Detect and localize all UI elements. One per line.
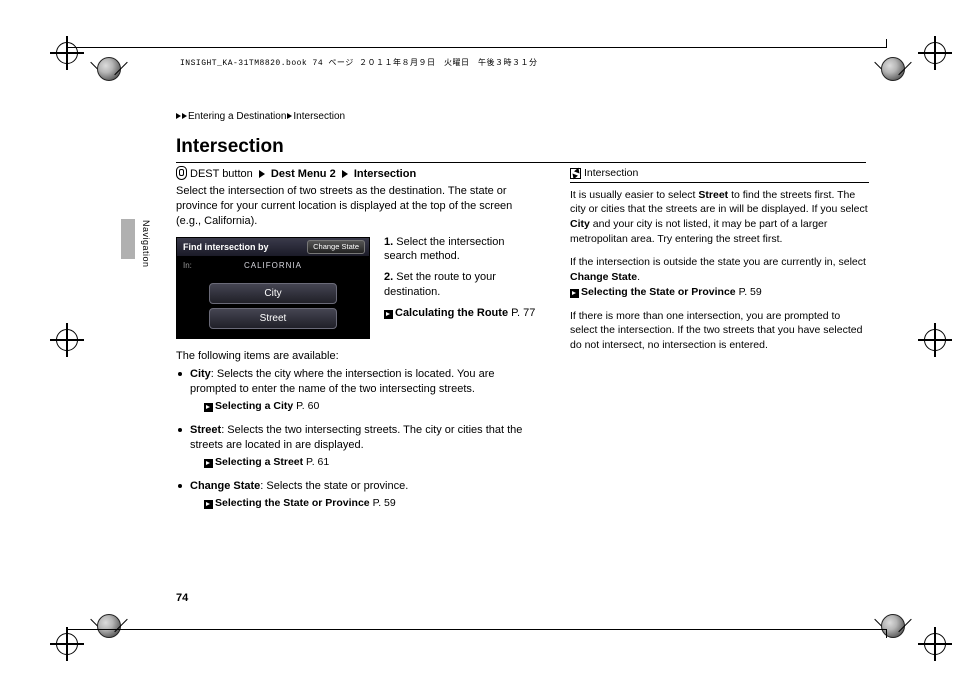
step-1: 1. Select the intersection search method… — [384, 235, 538, 265]
intro-text: Select the intersection of two streets a… — [176, 184, 538, 229]
crop-mark-icon — [918, 36, 952, 70]
section-tab-label: Navigation — [141, 220, 151, 268]
triangle-icon — [182, 113, 187, 119]
breadcrumb-level1: Entering a Destination — [188, 111, 286, 122]
reference-icon — [570, 289, 579, 298]
reference-icon — [384, 310, 393, 319]
screenshot-city-button: City — [209, 283, 337, 304]
reference-icon — [204, 500, 213, 509]
page-title: Intersection — [176, 136, 866, 163]
available-intro: The following items are available: — [176, 349, 538, 364]
sidebar-para-2: If the intersection is outside the state… — [570, 255, 869, 299]
step-2: 2. Set the route to your destination. — [384, 270, 538, 300]
reference-icon — [204, 459, 213, 468]
breadcrumb: Entering a Destination Intersection — [176, 111, 345, 122]
crop-mark-icon — [50, 627, 84, 661]
note-icon — [570, 168, 581, 179]
menu-path: DEST button Dest Menu 2 Intersection — [176, 166, 416, 180]
item-city-ref: Selecting a City P. 60 — [190, 399, 538, 413]
step-list: 1. Select the intersection search method… — [384, 235, 538, 321]
screenshot-street-button: Street — [209, 308, 337, 329]
sidebar-title: Intersection — [570, 166, 869, 183]
voice-icon — [176, 166, 187, 180]
sidebar-para-1: It is usually easier to select Street to… — [570, 188, 869, 247]
available-items: The following items are available: City:… — [176, 345, 538, 511]
print-header: INSIGHT_KA-31TM8820.book 74 ページ ２０１１年８月９… — [180, 57, 538, 68]
nav-item-label: Intersection — [354, 168, 416, 180]
reference-icon — [204, 403, 213, 412]
item-street-ref: Selecting a Street P. 61 — [190, 455, 538, 469]
main-column: Select the intersection of two streets a… — [176, 184, 538, 520]
screenshot-change-state-button: Change State — [307, 240, 365, 254]
crop-mark-icon — [918, 323, 952, 357]
page-number: 74 — [176, 592, 188, 604]
step-2-ref: Calculating the Route P. 77 — [384, 306, 538, 321]
screenshot-in-label: In: — [183, 258, 192, 274]
item-change-state: Change State: Selects the state or provi… — [176, 479, 538, 510]
sidebar-notes: Intersection It is usually easier to sel… — [570, 166, 869, 362]
nav-button-label: DEST button — [190, 168, 253, 180]
item-street: Street: Selects the two intersecting str… — [176, 423, 538, 469]
crop-mark-icon — [918, 627, 952, 661]
section-tab — [121, 219, 135, 259]
screenshot-state-row: In: CALIFORNIA — [177, 258, 369, 274]
item-city: City: Selects the city where the interse… — [176, 367, 538, 413]
nav-menu-label: Dest Menu 2 — [271, 168, 336, 180]
breadcrumb-level2: Intersection — [293, 111, 345, 122]
triangle-icon — [287, 113, 292, 119]
triangle-icon — [342, 170, 348, 178]
item-change-state-ref: Selecting the State or Province P. 59 — [190, 496, 538, 510]
triangle-icon — [176, 113, 181, 119]
sidebar-para-3: If there is more than one intersection, … — [570, 309, 869, 353]
manual-page: INSIGHT_KA-31TM8820.book 74 ページ ２０１１年８月９… — [0, 0, 954, 675]
screenshot-in-value: CALIFORNIA — [244, 261, 302, 270]
device-screenshot: Find intersection by Change State In: CA… — [176, 237, 370, 339]
triangle-icon — [259, 170, 265, 178]
